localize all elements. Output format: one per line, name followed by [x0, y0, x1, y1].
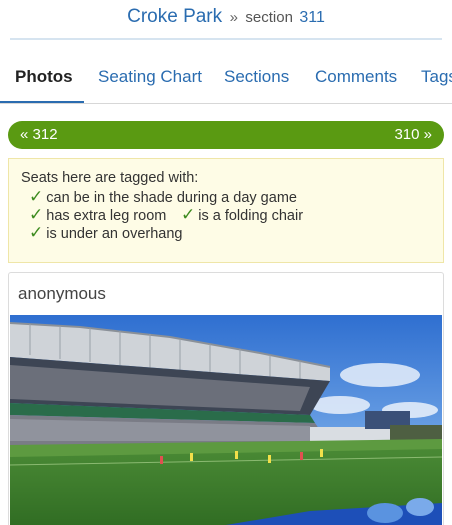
seat-tag[interactable]: ✓ is under an overhang [29, 223, 183, 243]
seat-tags-box: Seats here are tagged with: ✓ can be in t… [8, 158, 444, 263]
stadium-photo[interactable] [10, 315, 442, 525]
seat-tag-label: can be in the shade during a day game [46, 190, 297, 206]
tab-tags[interactable]: Tags [421, 67, 452, 87]
seat-tags-intro: Seats here are tagged with: [21, 170, 199, 186]
photo-author: anonymous [18, 284, 106, 303]
checkmark-icon: ✓ [181, 205, 196, 224]
seat-tag[interactable]: ✓ can be in the shade during a day game [29, 187, 297, 207]
seat-tag[interactable]: ✓ is a folding chair [181, 205, 303, 225]
tab-bar: Photos Seating Chart Sections Comments T… [0, 52, 452, 104]
next-section-link[interactable]: 310 » [394, 126, 432, 143]
tab-seating-chart[interactable]: Seating Chart [98, 67, 202, 87]
active-tab-indicator [0, 101, 84, 103]
venue-link[interactable]: Croke Park [127, 6, 222, 27]
tab-photos[interactable]: Photos [15, 67, 73, 87]
seat-tag-label: is a folding chair [198, 208, 304, 224]
seat-tag-label: has extra leg room [46, 208, 167, 224]
header-divider [10, 38, 442, 40]
section-number[interactable]: 311 [299, 9, 325, 26]
breadcrumb-separator: » [229, 9, 238, 26]
photo-card: anonymous [8, 272, 444, 525]
tab-sections[interactable]: Sections [224, 67, 289, 87]
checkmark-icon: ✓ [29, 205, 44, 224]
seat-tag[interactable]: ✓ has extra leg room [29, 205, 166, 225]
section-word: section [245, 9, 293, 26]
breadcrumb: Croke Park » section 311 [0, 6, 452, 28]
page-header: Croke Park » section 311 [0, 0, 452, 40]
checkmark-icon: ✓ [29, 187, 44, 206]
prev-section-link[interactable]: « 312 [20, 126, 58, 143]
section-pager: « 312 310 » [8, 121, 444, 149]
seat-tag-label: is under an overhang [46, 226, 183, 242]
checkmark-icon: ✓ [29, 223, 44, 242]
tab-comments[interactable]: Comments [315, 67, 397, 87]
